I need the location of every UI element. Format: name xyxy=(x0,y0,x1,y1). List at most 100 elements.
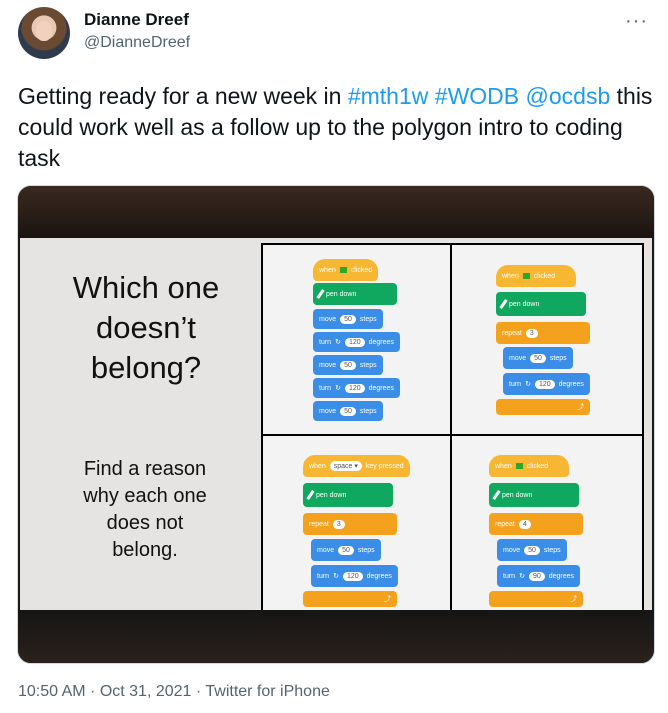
move-block: move 50 steps xyxy=(503,347,573,369)
mention-ocdsb[interactable]: @ocdsb xyxy=(526,83,611,109)
event-block: when space ▾ key pressed xyxy=(303,455,410,477)
block-text: key pressed xyxy=(365,462,404,470)
key-dropdown: space ▾ xyxy=(329,461,362,471)
pencil-icon xyxy=(499,299,508,309)
pen-down-block: pen down xyxy=(303,483,393,507)
turn-block: turn ↻ 120 degrees xyxy=(311,565,398,587)
turn-block: turn ↻ 120 degrees xyxy=(313,332,400,352)
block-text: pen down xyxy=(509,300,540,308)
question-text: Which one doesn’t belong? xyxy=(36,268,256,388)
block-text: turn xyxy=(509,380,522,388)
value-pill: 4 xyxy=(518,519,531,529)
move-block: move 50 steps xyxy=(313,401,383,421)
reason-line: Find a reason xyxy=(83,458,207,480)
image-bezel-top xyxy=(18,186,654,238)
move-block: move 50 steps xyxy=(311,539,381,561)
turn-block: turn ↻ 120 degrees xyxy=(313,378,400,398)
event-block: when clicked xyxy=(489,455,569,477)
block-text: turn xyxy=(319,338,332,346)
block-text: turn xyxy=(317,572,330,580)
move-block: move 50 steps xyxy=(313,309,383,329)
event-block: when clicked xyxy=(313,259,379,281)
block-text: steps xyxy=(549,354,567,362)
repeat-block: repeat 3 xyxy=(496,322,590,344)
value-pill: 120 xyxy=(342,571,363,581)
image-screen: Which one doesn’t belong? Find a reason … xyxy=(20,238,652,624)
more-options-icon[interactable]: ··· xyxy=(625,10,648,33)
turn-right-icon: ↻ xyxy=(519,573,525,580)
block-text: degrees xyxy=(366,572,392,580)
loop-arrow-icon: ⤴ xyxy=(577,404,584,411)
block-text: when xyxy=(495,462,512,470)
value-pill: 3 xyxy=(525,328,538,338)
block-text: when xyxy=(309,462,326,470)
reason-line: belong. xyxy=(112,539,178,561)
repeat-end: ⤴ xyxy=(489,591,583,607)
block-text: move xyxy=(319,361,337,369)
repeat-end: ⤴ xyxy=(496,399,590,415)
grid-divider xyxy=(263,434,642,436)
block-text: steps xyxy=(359,315,377,323)
block-text: move xyxy=(509,354,527,362)
block-text: degrees xyxy=(558,380,584,388)
reason-line: does not xyxy=(106,512,184,534)
block-text: when xyxy=(502,272,519,280)
loop-arrow-icon: ⤴ xyxy=(570,596,577,603)
pen-down-block: pen down xyxy=(496,292,586,316)
block-text: move xyxy=(319,407,337,415)
turn-right-icon: ↻ xyxy=(525,381,531,388)
block-text: turn xyxy=(503,572,516,580)
block-text: repeat xyxy=(309,520,329,528)
value-pill: 50 xyxy=(524,545,540,555)
question-line: doesn’t xyxy=(96,310,196,345)
block-text: move xyxy=(503,546,521,554)
block-text: when xyxy=(319,266,336,274)
value-pill: 50 xyxy=(340,314,356,324)
author-handle[interactable]: @DianneDreef xyxy=(84,34,190,52)
code-grid: when clicked pen down move 50 steps turn ↻ 12… xyxy=(261,243,644,624)
reason-text: Find a reason why each one does not belo… xyxy=(50,456,240,564)
tweet-text-part1: Getting ready for a new week in xyxy=(18,83,348,109)
author-avatar[interactable] xyxy=(18,7,70,59)
author-name[interactable]: Dianne Dreef xyxy=(84,10,189,30)
hashtag-wodb[interactable]: #WODB xyxy=(435,83,519,109)
value-pill: 50 xyxy=(530,353,546,363)
block-text: turn xyxy=(319,384,332,392)
block-text: degrees xyxy=(548,572,575,580)
green-flag-icon xyxy=(515,463,523,469)
turn-right-icon: ↻ xyxy=(335,385,341,392)
block-text: move xyxy=(317,546,335,554)
value-pill: 50 xyxy=(340,360,356,370)
green-flag-icon xyxy=(339,267,347,273)
block-text: pen down xyxy=(502,491,533,499)
value-pill: 3 xyxy=(332,519,345,529)
repeat-block: repeat 4 xyxy=(489,513,583,535)
block-text: steps xyxy=(359,407,377,415)
hashtag-mth1w[interactable]: #mth1w xyxy=(348,83,429,109)
block-text: degrees xyxy=(368,338,394,346)
turn-right-icon: ↻ xyxy=(335,339,341,346)
green-flag-icon xyxy=(522,273,530,279)
move-block: move 50 steps xyxy=(497,539,567,561)
tweet-timestamp[interactable]: 10:50 AM · Oct 31, 2021 · Twitter for iP… xyxy=(18,683,330,701)
block-text: steps xyxy=(359,361,377,369)
block-text: move xyxy=(319,315,337,323)
turn-block: turn ↻ 90 degrees xyxy=(497,565,581,587)
repeat-block: repeat 3 xyxy=(303,513,397,535)
tweet-image[interactable]: Which one doesn’t belong? Find a reason … xyxy=(17,185,655,664)
question-line: belong? xyxy=(90,350,202,385)
block-text: repeat xyxy=(502,329,522,337)
question-line: Which one xyxy=(72,270,220,305)
turn-right-icon: ↻ xyxy=(333,573,339,580)
loop-arrow-icon: ⤴ xyxy=(384,596,391,603)
pencil-icon xyxy=(306,490,315,500)
value-pill: 90 xyxy=(528,571,545,581)
pen-down-block: pen down xyxy=(313,283,397,305)
pen-down-block: pen down xyxy=(489,483,579,507)
value-pill: 50 xyxy=(340,406,356,416)
pencil-icon xyxy=(492,490,501,500)
move-block: move 50 steps xyxy=(313,355,383,375)
block-text: pen down xyxy=(316,491,347,499)
block-text: degrees xyxy=(368,384,394,392)
value-pill: 50 xyxy=(338,545,354,555)
